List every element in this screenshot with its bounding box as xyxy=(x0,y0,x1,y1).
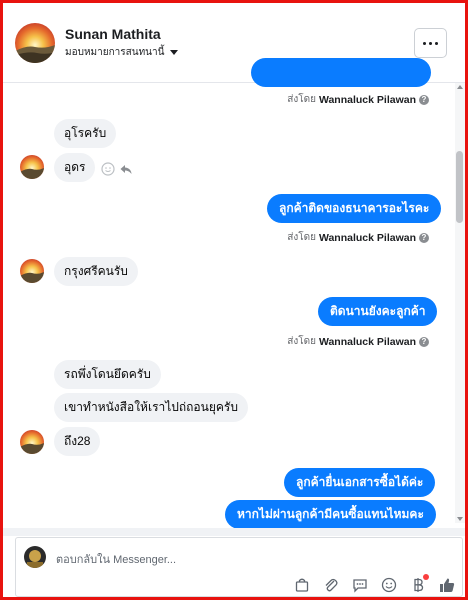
outgoing-message[interactable]: ลูกค้ายื่นเอกสารซื้อได้ค่ะ xyxy=(284,468,436,497)
caret-down-icon xyxy=(170,50,179,55)
attachment-icon[interactable] xyxy=(322,576,340,594)
sent-by-prefix: ส่งโดย xyxy=(287,94,316,105)
sent-by-prefix: ส่งโดย xyxy=(287,336,316,347)
agent-name: Wannaluck Pilawan xyxy=(318,335,416,348)
info-icon[interactable]: ? xyxy=(419,94,429,105)
reply-input[interactable]: ตอบกลับใน Messenger... xyxy=(56,550,176,568)
sent-by-line: ส่งโดย Wannaluck Pilawan ? xyxy=(287,92,429,107)
incoming-message[interactable]: รถพึ่งโดนยึดครับ xyxy=(54,360,161,389)
assign-conversation-dropdown[interactable]: มอบหมายการสนทนานี้ xyxy=(65,45,179,60)
avatar xyxy=(20,430,44,454)
scroll-down-arrow[interactable] xyxy=(457,517,463,521)
scroll-up-arrow[interactable] xyxy=(457,85,463,89)
page-avatar xyxy=(24,546,46,568)
like-icon[interactable] xyxy=(438,576,456,594)
sent-by-line: ส่งโดย Wannaluck Pilawan ? xyxy=(287,230,429,245)
sent-by-prefix: ส่งโดย xyxy=(287,232,316,243)
composer-toolbar xyxy=(293,574,456,594)
reply-icon[interactable] xyxy=(119,162,133,181)
incoming-message[interactable]: อุดร xyxy=(54,153,96,182)
avatar xyxy=(20,259,44,283)
emoji-icon[interactable] xyxy=(101,162,115,181)
more-icon-dot xyxy=(435,41,438,45)
info-icon[interactable]: ? xyxy=(419,336,429,347)
emoji-picker-icon[interactable] xyxy=(380,576,398,594)
notification-dot xyxy=(423,574,429,580)
messenger-panel: Sunan Mathita มอบหมายการสนทนานี้ ส่งโดย … xyxy=(0,0,468,600)
outgoing-message[interactable]: ลูกค้าติดของธนาคารอะไรคะ xyxy=(267,194,442,223)
incoming-message[interactable]: อุโรครับ xyxy=(54,119,117,148)
more-icon xyxy=(423,41,426,45)
info-icon[interactable]: ? xyxy=(419,232,429,243)
outgoing-message[interactable]: หากไม่ผ่านลูกค้ามีคนซื้อแทนไหมคะ xyxy=(225,500,436,529)
more-icon-dot xyxy=(429,41,432,45)
scrollbar[interactable] xyxy=(455,83,465,523)
composer-divider xyxy=(3,528,465,536)
incoming-message[interactable]: เขาทำหนังสือให้เราไปถ่ถอนยุครับ xyxy=(54,393,248,422)
contact-name[interactable]: Sunan Mathita xyxy=(65,26,161,42)
message-actions xyxy=(101,162,133,181)
agent-name: Wannaluck Pilawan xyxy=(318,93,416,106)
avatar[interactable] xyxy=(15,23,55,63)
reply-composer[interactable]: ตอบกลับใน Messenger... xyxy=(15,537,463,597)
sent-by-line: ส่งโดย Wannaluck Pilawan ? xyxy=(287,334,429,349)
outgoing-message[interactable]: ติดนานยังคะลูกค้า xyxy=(318,297,438,326)
assign-label: มอบหมายการสนทนานี้ xyxy=(65,47,165,58)
scrollbar-thumb[interactable] xyxy=(456,151,463,223)
saved-reply-icon[interactable] xyxy=(351,576,369,594)
more-options-button[interactable] xyxy=(414,28,447,58)
avatar xyxy=(20,155,44,179)
incoming-message[interactable]: กรุงศรีคนรับ xyxy=(54,257,138,286)
incoming-message[interactable]: ถึง28 xyxy=(54,427,101,456)
outgoing-message-partial[interactable] xyxy=(251,58,431,87)
bag-icon[interactable] xyxy=(293,576,311,594)
baht-icon[interactable] xyxy=(409,574,429,594)
agent-name: Wannaluck Pilawan xyxy=(318,231,416,244)
